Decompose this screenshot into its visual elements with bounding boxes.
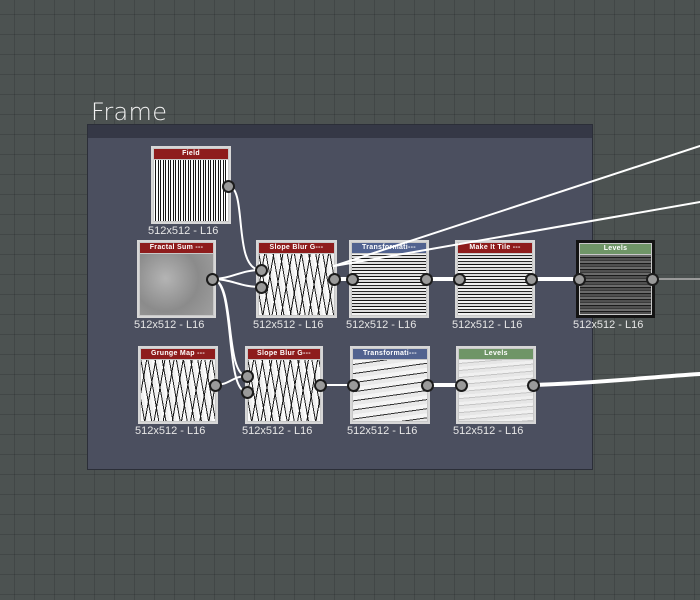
port-slope-blur-1-input-2[interactable] bbox=[255, 281, 268, 294]
node-title: Slope Blur G--- bbox=[248, 349, 320, 359]
node-resolution: 512x512 - L16 bbox=[453, 425, 524, 437]
node-thumbnail bbox=[352, 254, 426, 315]
node-thumbnail bbox=[259, 254, 334, 315]
node-title: Make It Tile --- bbox=[458, 243, 532, 253]
port-levels-2-input[interactable] bbox=[455, 379, 468, 392]
node-thumbnail bbox=[458, 254, 532, 315]
port-transformation-1-output[interactable] bbox=[420, 273, 433, 286]
node-fractal-sum[interactable]: Fractal Sum --- 512x512 - L16 bbox=[134, 240, 216, 331]
port-levels-1-output[interactable] bbox=[646, 273, 659, 286]
port-slope-blur-2-input-1[interactable] bbox=[241, 370, 254, 383]
node-thumbnail bbox=[459, 360, 533, 421]
port-levels-1-input[interactable] bbox=[573, 273, 586, 286]
node-slope-blur-2[interactable]: Slope Blur G--- 512x512 - L16 bbox=[242, 346, 323, 437]
node-title: Grunge Map --- bbox=[141, 349, 215, 359]
port-levels-2-output[interactable] bbox=[527, 379, 540, 392]
node-title: Transformati--- bbox=[352, 243, 426, 253]
node-title: Field bbox=[154, 149, 228, 159]
node-levels-1[interactable]: Levels 512x512 - L16 bbox=[573, 240, 655, 331]
node-levels-2[interactable]: Levels 512x512 - L16 bbox=[453, 346, 536, 437]
frame-title: Frame bbox=[91, 98, 168, 126]
node-title: Transformati--- bbox=[353, 349, 427, 359]
node-thumbnail bbox=[353, 360, 427, 421]
node-resolution: 512x512 - L16 bbox=[346, 319, 417, 331]
node-title: Slope Blur G--- bbox=[259, 243, 334, 253]
port-slope-blur-1-input-1[interactable] bbox=[255, 264, 268, 277]
node-slope-blur-1[interactable]: Slope Blur G--- 512x512 - L16 bbox=[253, 240, 337, 331]
port-transformation-1-input[interactable] bbox=[346, 273, 359, 286]
node-resolution: 512x512 - L16 bbox=[573, 319, 644, 331]
node-title: Levels bbox=[580, 244, 651, 254]
node-resolution: 512x512 - L16 bbox=[242, 425, 313, 437]
frame-header[interactable] bbox=[88, 125, 592, 138]
node-title: Levels bbox=[459, 349, 533, 359]
node-thumbnail bbox=[154, 160, 228, 221]
node-field[interactable]: Field 512x512 - L16 bbox=[148, 146, 231, 237]
node-resolution: 512x512 - L16 bbox=[135, 425, 206, 437]
node-thumbnail bbox=[248, 360, 320, 421]
node-resolution: 512x512 - L16 bbox=[134, 319, 205, 331]
port-transformation-2-output[interactable] bbox=[421, 379, 434, 392]
port-make-it-tile-input[interactable] bbox=[453, 273, 466, 286]
port-transformation-2-input[interactable] bbox=[347, 379, 360, 392]
node-transformation-1[interactable]: Transformati--- 512x512 - L16 bbox=[346, 240, 429, 331]
port-slope-blur-2-output[interactable] bbox=[314, 379, 327, 392]
port-slope-blur-2-input-2[interactable] bbox=[241, 386, 254, 399]
port-slope-blur-1-output[interactable] bbox=[328, 273, 341, 286]
node-title: Fractal Sum --- bbox=[140, 243, 213, 253]
node-resolution: 512x512 - L16 bbox=[347, 425, 418, 437]
node-thumbnail bbox=[580, 255, 651, 314]
node-grunge-map[interactable]: Grunge Map --- 512x512 - L16 bbox=[135, 346, 218, 437]
node-thumbnail bbox=[140, 254, 213, 315]
port-grunge-map-output[interactable] bbox=[209, 379, 222, 392]
port-fractal-sum-output[interactable] bbox=[206, 273, 219, 286]
node-transformation-2[interactable]: Transformati--- 512x512 - L16 bbox=[347, 346, 430, 437]
node-resolution: 512x512 - L16 bbox=[148, 225, 219, 237]
node-thumbnail bbox=[141, 360, 215, 421]
port-make-it-tile-output[interactable] bbox=[525, 273, 538, 286]
node-resolution: 512x512 - L16 bbox=[452, 319, 523, 331]
node-make-it-tile[interactable]: Make It Tile --- 512x512 - L16 bbox=[452, 240, 535, 331]
port-field-output[interactable] bbox=[222, 180, 235, 193]
